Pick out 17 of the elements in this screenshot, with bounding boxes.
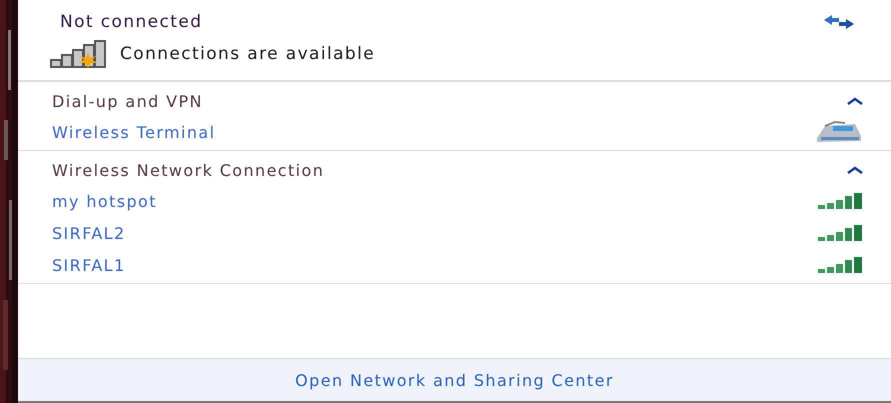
network-item[interactable]: SIRFAL2 [52,217,863,249]
status-message: Connections are available [120,44,376,64]
signal-icon [817,192,863,210]
section-heading: Wireless Network Connection [52,160,324,180]
signal-icon [817,224,863,242]
refresh-icon[interactable] [823,14,855,30]
caret-icon[interactable] [847,166,863,174]
network-item[interactable]: Wireless Terminal [52,116,863,148]
phone-icon [815,120,863,144]
signal-star-icon [50,40,108,68]
section-heading: Dial-up and VPN [52,92,203,110]
network-item[interactable]: SIRFAL1 [52,249,863,281]
network-item[interactable]: my hotspot [52,185,863,217]
status-title: Not connected [60,12,202,32]
caret-icon[interactable] [847,97,863,105]
signal-icon [817,256,863,274]
network-center-link[interactable]: Open Network and Sharing Center [295,370,614,390]
